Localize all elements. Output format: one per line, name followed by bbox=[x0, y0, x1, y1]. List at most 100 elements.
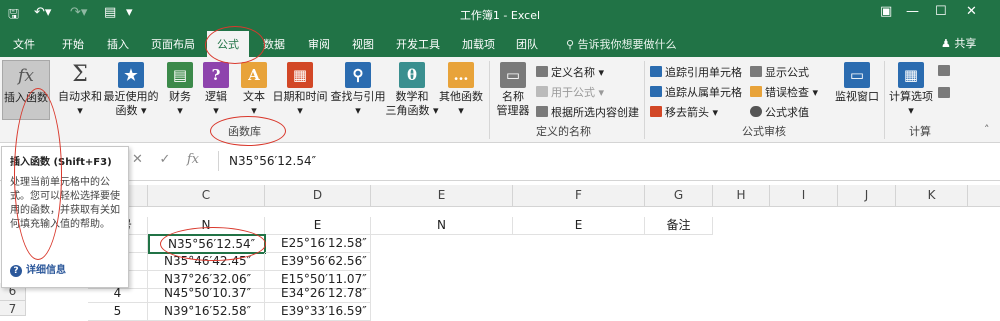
help-icon: ? bbox=[10, 265, 22, 277]
column-header-f[interactable]: F bbox=[513, 185, 645, 207]
tab-file[interactable]: 文件 bbox=[13, 36, 35, 52]
trace-dependents-button[interactable]: 追踪从属单元格 bbox=[650, 84, 742, 100]
close-icon[interactable]: ✕ bbox=[966, 4, 977, 19]
tab-view[interactable]: 视图 bbox=[352, 36, 374, 52]
column-header-k[interactable]: K bbox=[896, 185, 968, 207]
create-from-selection-icon bbox=[536, 106, 548, 117]
cell-b6[interactable]: 5 bbox=[88, 303, 148, 321]
ribbon-display-options-icon[interactable]: ▣ bbox=[880, 4, 892, 19]
share-button[interactable]: ♟ 共享 bbox=[941, 35, 976, 51]
annotation-ellipse-function-library bbox=[210, 116, 286, 146]
cell-d6[interactable]: E39°33′16.59″ bbox=[265, 303, 371, 321]
collapse-ribbon-icon[interactable]: ˄ bbox=[984, 123, 990, 136]
evaluate-formula-icon bbox=[750, 106, 762, 117]
row-header-7[interactable]: 7 bbox=[0, 301, 26, 316]
use-in-formula-button[interactable]: 用于公式 ▾ bbox=[536, 84, 604, 100]
more-functions-button[interactable]: … 其他函数 ▾ bbox=[438, 62, 484, 118]
calculate-sheet-icon[interactable] bbox=[938, 87, 953, 100]
trace-dependents-icon bbox=[650, 86, 662, 97]
column-header-c[interactable]: C bbox=[148, 185, 265, 207]
recently-used-button[interactable]: ★ 最近使用的 函数 ▾ bbox=[103, 62, 159, 118]
fx-icon[interactable]: fx bbox=[187, 152, 199, 167]
date-time-button[interactable]: ▦ 日期和时间 ▾ bbox=[272, 62, 328, 118]
cancel-icon[interactable]: ✕ bbox=[132, 152, 143, 167]
person-icon: ♟ bbox=[941, 37, 955, 50]
evaluate-formula-button[interactable]: 公式求值 bbox=[750, 104, 809, 120]
column-header-g[interactable]: G bbox=[645, 185, 713, 207]
cell-e1[interactable]: N bbox=[371, 217, 513, 235]
create-from-selection-button[interactable]: 根据所选内容创建 bbox=[536, 104, 639, 120]
show-formulas-button[interactable]: 显示公式 bbox=[750, 64, 809, 80]
error-checking-button[interactable]: 错误检查 ▾ bbox=[750, 84, 818, 100]
cell-d2[interactable]: E25°16′12.58″ bbox=[265, 235, 371, 253]
autosum-button[interactable]: Σ 自动求和 ▾ bbox=[56, 62, 104, 118]
name-manager-button[interactable]: ▭ 名称 管理器 bbox=[494, 62, 532, 118]
calculation-options-button[interactable]: ▦ 计算选项 ▾ bbox=[888, 62, 934, 118]
column-header-l[interactable] bbox=[968, 185, 1000, 207]
tag-icon bbox=[536, 66, 548, 77]
group-label-defined-names: 定义的名称 bbox=[536, 125, 591, 138]
cell-f1[interactable]: E bbox=[513, 217, 645, 235]
define-name-button[interactable]: 定义名称 ▾ bbox=[536, 64, 604, 80]
enter-icon[interactable]: ✓ bbox=[159, 152, 170, 167]
theta-icon: θ bbox=[399, 62, 425, 88]
column-header-j[interactable]: J bbox=[838, 185, 896, 207]
lookup-reference-button[interactable]: ⚲ 查找与引用 ▾ bbox=[330, 62, 386, 118]
cell-c6[interactable]: N39°16′52.58″ bbox=[148, 303, 265, 321]
tab-review[interactable]: 审阅 bbox=[308, 36, 330, 52]
formula-bar-buttons: ✕ ✓ fx bbox=[132, 152, 199, 167]
minimize-icon[interactable]: — bbox=[906, 4, 919, 19]
name-manager-icon: ▭ bbox=[500, 62, 526, 88]
tooltip-more-info-link[interactable]: ? 详细信息 bbox=[10, 261, 66, 277]
search-icon: ⚲ bbox=[566, 38, 578, 51]
text-a-icon: A bbox=[241, 62, 267, 88]
text-button[interactable]: A 文本 ▾ bbox=[238, 62, 270, 118]
column-header-i[interactable]: I bbox=[770, 185, 838, 207]
financial-button[interactable]: ▤ 财务 ▾ bbox=[164, 62, 196, 118]
star-icon: ★ bbox=[118, 62, 144, 88]
remove-arrows-icon bbox=[650, 106, 662, 117]
cell-g1[interactable]: 备注 bbox=[645, 217, 713, 235]
question-icon: ? bbox=[203, 62, 229, 88]
worksheet-grid[interactable]: C D E F G H I J K 6 7 号 N E N E 备注 N35°5… bbox=[0, 181, 1000, 321]
cell-d1[interactable]: E bbox=[265, 217, 371, 235]
tell-me-search[interactable]: ⚲ 告诉我你想要做什么 bbox=[566, 36, 677, 52]
cell-c5[interactable]: N45°50′10.37″ bbox=[148, 285, 265, 303]
column-header-h[interactable]: H bbox=[713, 185, 770, 207]
annotation-ellipse-selected-cell bbox=[160, 227, 266, 261]
formula-bar: ✕ ✓ fx N35°56′12.54″ bbox=[0, 143, 1000, 181]
maximize-icon[interactable]: ☐ bbox=[935, 4, 947, 19]
fx-icon: fx bbox=[18, 66, 34, 86]
trace-precedents-icon bbox=[650, 66, 662, 77]
remove-arrows-button[interactable]: 移去箭头 ▾ bbox=[650, 104, 718, 120]
logical-button[interactable]: ? 逻辑 ▾ bbox=[200, 62, 232, 118]
tab-insert[interactable]: 插入 bbox=[107, 36, 129, 52]
annotation-ellipse-formulas-tab bbox=[205, 26, 265, 64]
tab-data[interactable]: 数据 bbox=[263, 36, 285, 52]
title-bar: 🖫 ↶▾ ↷▾ ▤ ▾ 工作簿1 - Excel ▣ — ☐ ✕ bbox=[0, 0, 1000, 29]
tab-developer[interactable]: 开发工具 bbox=[396, 36, 440, 52]
group-label-calculation: 计算 bbox=[909, 125, 931, 138]
group-separator bbox=[884, 61, 885, 139]
annotation-ellipse-insert-function bbox=[14, 88, 62, 260]
sigma-icon: Σ bbox=[72, 62, 88, 87]
calculate-now-icon[interactable] bbox=[938, 65, 953, 78]
more-functions-icon: … bbox=[448, 62, 474, 88]
math-trig-button[interactable]: θ 数学和 三角函数 ▾ bbox=[385, 62, 439, 118]
tab-page-layout[interactable]: 页面布局 bbox=[151, 36, 195, 52]
watch-window-icon: ▭ bbox=[844, 62, 870, 88]
formula-input[interactable]: N35°56′12.54″ bbox=[218, 151, 988, 171]
column-header-e[interactable]: E bbox=[371, 185, 513, 207]
tab-home[interactable]: 开始 bbox=[62, 36, 84, 52]
cell-d5[interactable]: E34°26′12.78″ bbox=[265, 285, 371, 303]
calculator-icon: ▦ bbox=[898, 62, 924, 88]
cell-d3[interactable]: E39°56′62.56″ bbox=[265, 253, 371, 271]
column-header-d[interactable]: D bbox=[265, 185, 371, 207]
watch-window-button[interactable]: ▭ 监视窗口 bbox=[832, 62, 882, 104]
use-in-formula-icon bbox=[536, 86, 548, 97]
tab-add-ins[interactable]: 加载项 bbox=[462, 36, 495, 52]
trace-precedents-button[interactable]: 追踪引用单元格 bbox=[650, 64, 742, 80]
window-title: 工作簿1 - Excel bbox=[459, 9, 541, 22]
tab-team[interactable]: 团队 bbox=[516, 36, 538, 52]
show-formulas-icon bbox=[750, 66, 762, 77]
